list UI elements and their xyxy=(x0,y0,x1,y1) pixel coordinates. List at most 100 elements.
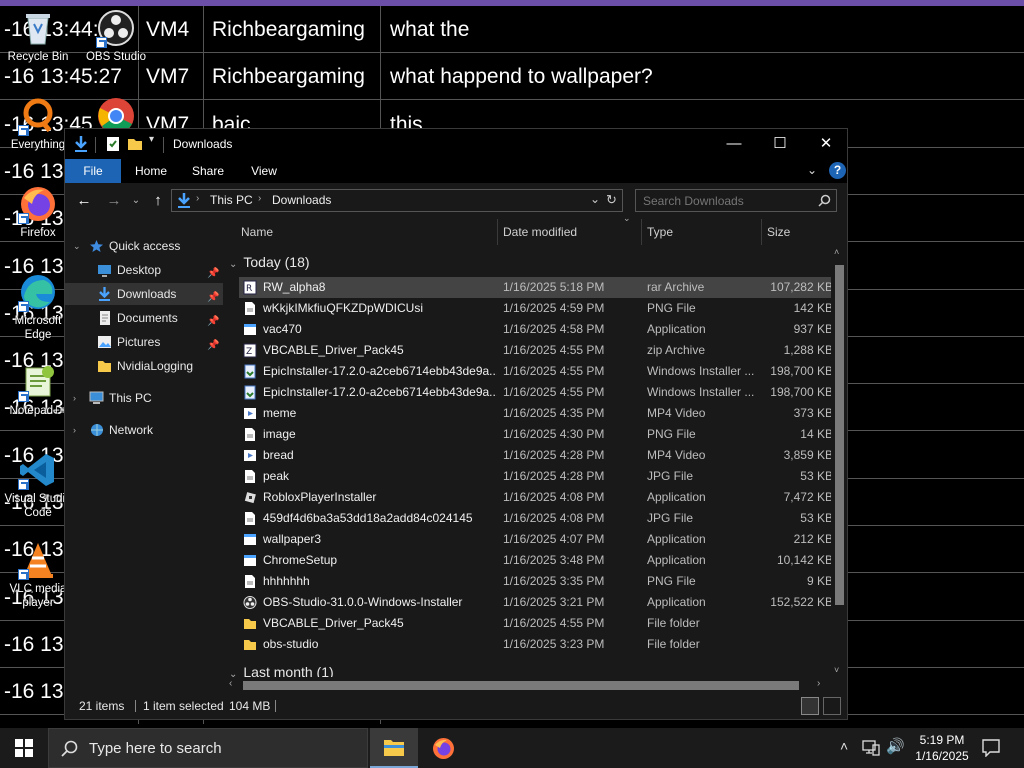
group-header-today[interactable]: ⌄ Today (18) xyxy=(229,251,310,273)
scroll-left-icon[interactable]: ‹ xyxy=(229,678,232,689)
video-file-icon xyxy=(243,406,257,421)
nav-network[interactable]: › Network xyxy=(65,419,223,441)
nav-downloads[interactable]: Downloads 📌 xyxy=(65,283,223,305)
app-icon xyxy=(243,553,257,568)
file-row[interactable]: image 1/16/2025 4:30 PM PNG File 14 KB xyxy=(239,424,833,445)
up-button[interactable]: ↑ xyxy=(147,191,169,211)
scroll-down-icon[interactable]: ˅ xyxy=(834,665,839,675)
address-bar[interactable]: › This PC › Downloads ⌄ ↻ xyxy=(171,189,623,212)
file-type: File folder xyxy=(647,616,700,630)
file-row[interactable]: wallpaper3 1/16/2025 4:07 PM Application 21… xyxy=(239,529,833,550)
file-row[interactable]: RobloxPlayerInstaller 1/16/2025 4:08 PM Ap… xyxy=(239,487,833,508)
new-folder-icon[interactable] xyxy=(127,135,143,153)
file-row[interactable]: obs-studio 1/16/2025 3:23 PM File folder xyxy=(239,634,831,655)
forward-button[interactable]: → xyxy=(103,191,125,211)
expand-chevron-icon[interactable]: ⌄ xyxy=(73,235,81,257)
desktop-icon-recycle-bin[interactable]: Recycle Bin xyxy=(0,8,76,64)
properties-icon[interactable] xyxy=(105,135,121,153)
taskbar-file-explorer[interactable] xyxy=(370,728,418,768)
close-button[interactable]: ✕ xyxy=(803,129,847,159)
tab-home[interactable]: Home xyxy=(123,159,179,183)
file-row[interactable]: vac470 1/16/2025 4:58 PM Application 937 KB xyxy=(239,319,833,340)
expand-chevron-icon[interactable]: › xyxy=(73,419,76,441)
maximize-button[interactable]: ☐ xyxy=(757,129,803,159)
customize-quick-access-icon[interactable]: ▾ xyxy=(149,134,154,152)
expand-chevron-icon[interactable]: › xyxy=(73,387,76,409)
nav-desktop[interactable]: Desktop 📌 xyxy=(65,259,223,281)
firefox-icon xyxy=(433,738,454,759)
scroll-thumb[interactable] xyxy=(835,265,844,605)
nav-pictures[interactable]: Pictures 📌 xyxy=(65,331,223,353)
file-row[interactable]: meme 1/16/2025 4:35 PM MP4 Video 373 KB xyxy=(239,403,833,424)
file-size: 212 KB xyxy=(793,532,833,546)
breadcrumb-this-pc[interactable]: This PC xyxy=(210,193,253,207)
back-button[interactable]: ← xyxy=(73,191,95,211)
nav-quick-access[interactable]: ⌄ Quick access xyxy=(65,235,223,257)
title-bar[interactable]: ▾ Downloads — ☐ ✕ xyxy=(65,129,847,159)
volume-icon[interactable]: 🔊 xyxy=(886,737,905,755)
file-type: MP4 Video xyxy=(647,406,706,420)
file-type: Windows Installer ... xyxy=(647,385,755,399)
file-list[interactable]: Name ⌄ Date modified Type Size ⌄ Today (1… xyxy=(223,213,847,693)
file-size: 152,522 KB xyxy=(770,595,833,609)
pin-icon: 📌 xyxy=(207,292,220,303)
nav-documents[interactable]: Documents 📌 xyxy=(65,307,223,329)
file-row[interactable]: EpicInstaller-17.2.0-a2ceb6714ebb43de9a.… xyxy=(239,382,833,403)
taskbar-firefox[interactable] xyxy=(420,728,468,768)
scroll-right-icon[interactable]: › xyxy=(817,678,820,689)
search-input[interactable] xyxy=(636,190,816,211)
details-view-icon[interactable] xyxy=(801,697,819,715)
file-explorer-window[interactable]: ▾ Downloads — ☐ ✕ File Home Share View ⌄… xyxy=(64,128,848,720)
windows-start-icon[interactable] xyxy=(15,739,33,757)
nav-nvidialogging[interactable]: NvidiaLogging xyxy=(65,355,223,377)
desktop-icon-obs-studio[interactable]: OBS Studio xyxy=(78,8,154,64)
file-row[interactable]: ChromeSetup 1/16/2025 3:48 PM Application 1… xyxy=(239,550,833,571)
file-row[interactable]: 459df4d6ba3a53dd18a2add84c024145 1/16/202… xyxy=(239,508,833,529)
recent-locations-icon[interactable]: ⌄ xyxy=(125,191,147,211)
show-hidden-icons-icon[interactable]: ˄ xyxy=(840,738,848,754)
taskbar-clock[interactable]: 5:19 PM 1/16/2025 xyxy=(912,732,972,764)
tab-share[interactable]: Share xyxy=(181,159,235,183)
file-row[interactable]: hhhhhhh 1/16/2025 3:35 PM PNG File 9 KB xyxy=(239,571,833,592)
vertical-scrollbar[interactable]: ˄ ˅ xyxy=(831,245,847,679)
file-row[interactable]: peak 1/16/2025 4:28 PM JPG File 53 KB xyxy=(239,466,833,487)
file-name: 459df4d6ba3a53dd18a2add84c024145 xyxy=(263,511,473,525)
scroll-thumb[interactable] xyxy=(243,681,799,690)
file-name: obs-studio xyxy=(263,637,319,651)
breadcrumb-downloads[interactable]: Downloads xyxy=(272,193,331,207)
file-row[interactable]: VBCABLE_Driver_Pack45 1/16/2025 4:55 PM Fi… xyxy=(239,613,831,634)
help-icon[interactable]: ? xyxy=(829,162,846,179)
file-name: meme xyxy=(263,406,297,420)
file-row[interactable]: R RW_alpha8 1/16/2025 5:18 PM rar Archive 10… xyxy=(239,277,833,298)
file-row[interactable]: bread 1/16/2025 4:28 PM MP4 Video 3,859 KB xyxy=(239,445,833,466)
file-row[interactable]: EpicInstaller-17.2.0-a2ceb6714ebb43de9a.… xyxy=(239,361,833,382)
file-row[interactable]: wKkjkIMkfiuQFKZDpWDICUsi 1/16/2025 4:59 P… xyxy=(239,298,833,319)
collapse-chevron-icon[interactable]: ⌄ xyxy=(229,259,237,270)
refresh-icon[interactable]: ↻ xyxy=(606,192,617,208)
column-header-name[interactable]: Name xyxy=(235,219,497,245)
notifications-icon[interactable] xyxy=(982,739,1000,757)
file-name: bread xyxy=(263,448,294,462)
file-row[interactable]: OBS-Studio-31.0.0-Windows-Installer 1/16/… xyxy=(239,592,833,613)
horizontal-scrollbar[interactable]: ‹ › xyxy=(223,677,831,693)
file-type: Application xyxy=(647,595,706,609)
column-header-date-modified[interactable]: Date modified xyxy=(497,219,641,245)
column-header-type[interactable]: Type xyxy=(641,219,761,245)
selected-count: 1 item selected xyxy=(143,699,224,713)
selected-size: 104 MB xyxy=(229,699,271,713)
shortcut-arrow-icon xyxy=(96,37,107,48)
nav-this-pc[interactable]: › This PC xyxy=(65,387,223,409)
search-box[interactable] xyxy=(635,189,837,212)
column-header-size[interactable]: Size xyxy=(761,219,831,245)
search-icon[interactable] xyxy=(818,194,831,207)
expand-ribbon-icon[interactable]: ⌄ xyxy=(807,163,817,177)
tab-view[interactable]: View xyxy=(237,159,291,183)
address-dropdown-icon[interactable]: ⌄ xyxy=(590,192,600,206)
tab-file[interactable]: File xyxy=(65,159,121,183)
file-row[interactable]: Z VBCABLE_Driver_Pack45 1/16/2025 4:55 PM z… xyxy=(239,340,833,361)
network-icon[interactable] xyxy=(862,739,880,756)
scroll-up-icon[interactable]: ˄ xyxy=(834,247,839,257)
large-icons-view-icon[interactable] xyxy=(823,697,841,715)
taskbar-search-box[interactable]: Type here to search xyxy=(48,728,368,768)
minimize-button[interactable]: — xyxy=(711,129,757,159)
